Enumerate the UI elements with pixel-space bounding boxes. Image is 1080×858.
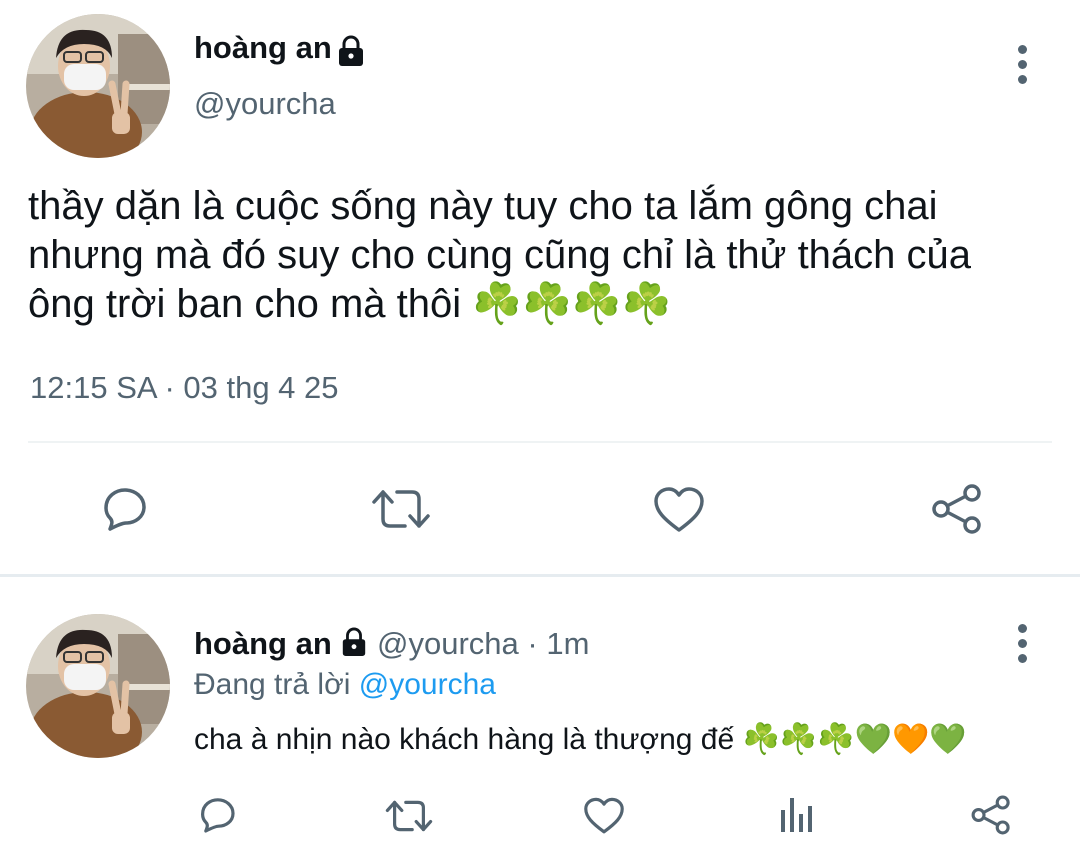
reply-time: · 1m: [527, 626, 590, 661]
more-vertical-icon[interactable]: [1016, 624, 1028, 669]
divider: [28, 441, 1052, 443]
clover-emoji: ☘️: [742, 722, 780, 757]
reply-bubble-icon[interactable]: [98, 484, 150, 539]
reply-author-line: hoàng an @yourcha · 1m: [194, 626, 589, 665]
heart-icon[interactable]: [582, 797, 626, 840]
more-vertical-icon[interactable]: [1016, 45, 1028, 90]
green-heart-emoji: 💚: [929, 722, 967, 757]
lock-icon: [336, 35, 366, 72]
heart-icon[interactable]: [652, 486, 706, 539]
reply-display-name[interactable]: hoàng an: [194, 626, 332, 661]
replying-prefix: Đang trả lời: [194, 668, 351, 701]
avatar-photo: [26, 14, 170, 158]
avatar[interactable]: [26, 14, 170, 158]
tweet-text: thầy dặn là cuộc sống này tuy cho ta lắm…: [28, 182, 1048, 329]
clover-emojis: ☘️☘️☘️☘️: [472, 281, 672, 327]
retweet-icon[interactable]: [385, 797, 433, 840]
clover-emoji: ☘️: [779, 722, 818, 757]
green-heart-emoji: 💚: [854, 722, 892, 757]
share-icon[interactable]: [970, 794, 1012, 841]
share-icon[interactable]: [930, 482, 984, 541]
display-name[interactable]: hoàng an: [194, 30, 332, 65]
reply-body: cha à nhịn nào khách hàng là thượng đế: [194, 723, 735, 756]
lock-icon: [340, 627, 368, 665]
replying-mention-link[interactable]: @yourcha: [359, 668, 496, 701]
tweet-separator: [0, 574, 1080, 577]
clover-emoji: ☘️: [817, 722, 855, 757]
reply-bubble-icon[interactable]: [196, 795, 238, 840]
orange-heart-emoji: 🧡: [891, 722, 930, 757]
replying-to-line: Đang trả lời @yourcha: [194, 668, 496, 702]
avatar-photo: [26, 614, 170, 758]
retweet-icon[interactable]: [371, 486, 431, 537]
handle[interactable]: @yourcha: [194, 86, 336, 122]
reply-handle[interactable]: @yourcha: [377, 626, 519, 661]
tweet-timestamp[interactable]: 12:15 SA · 03 thg 4 25: [30, 370, 339, 406]
analytics-icon[interactable]: [778, 796, 816, 839]
author-line: hoàng an: [194, 30, 366, 72]
reply-avatar[interactable]: [26, 614, 170, 758]
reply-text: cha à nhịn nào khách hàng là thượng đế ☘…: [194, 722, 967, 757]
